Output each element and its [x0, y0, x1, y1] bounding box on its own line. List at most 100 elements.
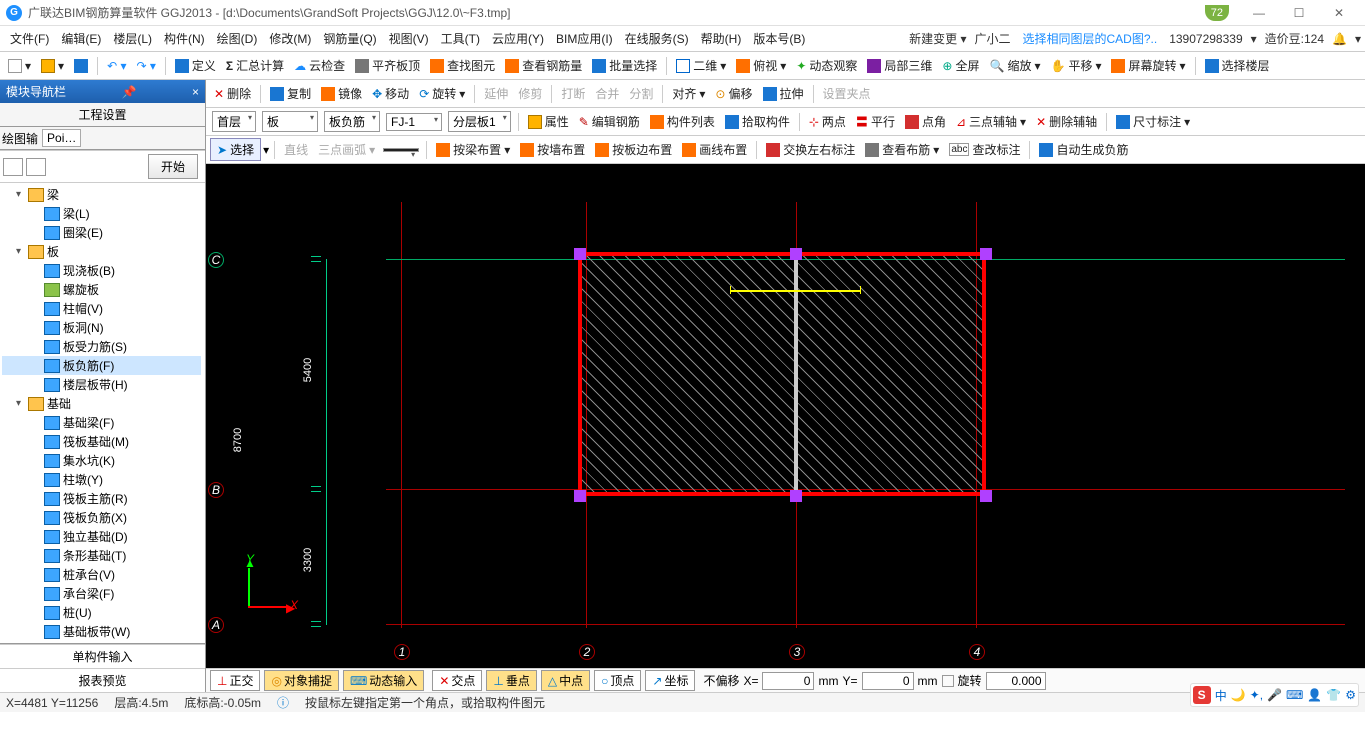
tree-item[interactable]: 板受力筋(S) [2, 337, 201, 356]
maximize-button[interactable]: ☐ [1279, 6, 1319, 20]
snap-top[interactable]: ○顶点 [594, 670, 641, 691]
tree-item[interactable]: 独立基础(D) [2, 527, 201, 546]
component-tree[interactable]: ▾梁梁(L)圈梁(E)▾板现浇板(B)螺旋板柱帽(V)板洞(N)板受力筋(S)板… [0, 183, 205, 643]
multi-select-button[interactable]: 批量选择 [588, 55, 661, 76]
fullscreen-button[interactable]: ⊕全屏 [938, 55, 983, 76]
menu-tool[interactable]: 工具(T) [435, 28, 486, 49]
flat-top-button[interactable]: 平齐板顶 [351, 55, 424, 76]
osnap-toggle[interactable]: ◎对象捕捉 [264, 670, 339, 691]
property-button[interactable]: 属性 [524, 111, 573, 132]
select-floor-button[interactable]: 选择楼层 [1201, 55, 1274, 76]
y-input[interactable]: 0 [862, 672, 914, 690]
break-button[interactable]: 打断 [557, 83, 589, 104]
tree-item[interactable]: 基础梁(F) [2, 413, 201, 432]
dyn-obs-button[interactable]: ✦动态观察 [792, 55, 861, 76]
grip-tm[interactable] [790, 248, 802, 260]
icon-btn-2[interactable] [26, 158, 46, 176]
tab-draw-input[interactable]: 绘图输 [2, 130, 38, 147]
check-label-button[interactable]: abc查改标注 [945, 139, 1024, 160]
rotate-checkbox[interactable] [942, 675, 954, 687]
copy-button[interactable]: 复制 [266, 83, 315, 104]
tree-item[interactable]: 基础板带(W) [2, 622, 201, 641]
tree-item[interactable]: ▾梁 [2, 185, 201, 204]
snap-mid[interactable]: △中点 [541, 670, 590, 691]
icon-btn-1[interactable] [3, 158, 23, 176]
menu-help[interactable]: 帮助(H) [695, 28, 748, 49]
open-button[interactable]: ▾ [37, 57, 68, 75]
tree-item[interactable]: 条形基础(T) [2, 546, 201, 565]
cad-layer-link[interactable]: 选择相同图层的CAD图?.. [1019, 30, 1162, 47]
trim-button[interactable]: 修剪 [514, 83, 546, 104]
save-button[interactable] [70, 57, 92, 75]
by-line-button[interactable]: 画线布置 [678, 139, 751, 160]
menu-edit[interactable]: 编辑(E) [55, 28, 107, 49]
grip-tl[interactable] [574, 248, 586, 260]
by-beam-button[interactable]: 按梁布置 ▾ [432, 139, 514, 160]
pick-comp-button[interactable]: 拾取构件 [721, 111, 794, 132]
rotate-input[interactable]: 0.000 [986, 672, 1046, 690]
menu-comp[interactable]: 构件(N) [158, 28, 211, 49]
tree-item[interactable]: 筏板负筋(X) [2, 508, 201, 527]
split-button[interactable]: 分割 [625, 83, 657, 104]
panel-close-icon[interactable]: × [192, 85, 199, 99]
sum-button[interactable]: Σ 汇总计算 [222, 55, 288, 76]
tree-item[interactable]: 桩承台(V) [2, 565, 201, 584]
define-button[interactable]: 定义 [171, 55, 220, 76]
find-elem-button[interactable]: 查找图元 [426, 55, 499, 76]
start-button[interactable]: 开始 [148, 154, 198, 179]
menu-online[interactable]: 在线服务(S) [619, 28, 695, 49]
view-layout-button[interactable]: 查看布筋 ▾ [861, 139, 943, 160]
delete-button[interactable]: ✕删除 [210, 83, 255, 104]
tree-item[interactable]: 柱帽(V) [2, 299, 201, 318]
snap-coord[interactable]: ↗坐标 [645, 670, 695, 691]
grip-br[interactable] [980, 490, 992, 502]
user-button[interactable]: 广小二 [975, 30, 1011, 47]
dim-button[interactable]: 尺寸标注 ▾ [1112, 111, 1194, 132]
menu-rebar[interactable]: 钢筋量(Q) [317, 28, 382, 49]
tree-item[interactable]: 柱墩(Y) [2, 470, 201, 489]
snap-cross[interactable]: ✕交点 [432, 670, 482, 691]
menu-floor[interactable]: 楼层(L) [107, 28, 158, 49]
category-combo[interactable]: 板 [262, 111, 318, 132]
parallel-button[interactable]: 〓平行 [852, 111, 899, 132]
tree-item[interactable]: 板洞(N) [2, 318, 201, 337]
redo-button[interactable]: ↷ ▾ [132, 57, 159, 75]
2d-button[interactable]: 二维 ▾ [672, 55, 730, 76]
tree-item[interactable]: ▾基础 [2, 394, 201, 413]
offset-button[interactable]: ⊙偏移 [711, 83, 756, 104]
bird-view-button[interactable]: 俯视 ▾ [732, 55, 790, 76]
by-slab-button[interactable]: 按板边布置 [591, 139, 676, 160]
poi-box[interactable]: Poi… [42, 129, 81, 147]
tree-item[interactable]: 楼层板带(H) [2, 375, 201, 394]
show-rebar-button[interactable]: 查看钢筋量 [501, 55, 586, 76]
tree-item[interactable]: 筏板主筋(R) [2, 489, 201, 508]
tab-project-settings[interactable]: 工程设置 [0, 103, 205, 127]
slab-element[interactable] [578, 252, 986, 496]
ortho-toggle[interactable]: ⊥正交 [210, 670, 260, 691]
zoom-button[interactable]: 🔍缩放 ▾ [985, 55, 1044, 76]
snap-perp[interactable]: ⊥垂点 [486, 670, 536, 691]
offset-mode-combo[interactable]: 不偏移 [703, 672, 739, 689]
local3d-button[interactable]: 局部三维 [863, 55, 936, 76]
rotate-button[interactable]: ⟳旋转 ▾ [415, 83, 469, 104]
grip-bl[interactable] [574, 490, 586, 502]
close-button[interactable]: ✕ [1319, 6, 1359, 20]
merge-button[interactable]: 合并 [591, 83, 623, 104]
tree-item[interactable]: ▾板 [2, 242, 201, 261]
undo-button[interactable]: ↶ ▾ [103, 57, 130, 75]
tree-item[interactable]: 圈梁(E) [2, 223, 201, 242]
new-change-button[interactable]: 新建变更 ▾ [909, 30, 966, 47]
two-point-button[interactable]: ⊹两点 [805, 111, 850, 132]
menu-file[interactable]: 文件(F) [4, 28, 55, 49]
layer-combo[interactable]: 分层板1 [448, 111, 511, 132]
new-button[interactable]: ▾ [4, 57, 35, 75]
menu-view[interactable]: 视图(V) [383, 28, 435, 49]
tree-item[interactable]: 桩(U) [2, 603, 201, 622]
grip-tr[interactable] [980, 248, 992, 260]
arc-tool-button[interactable]: 三点画弧 ▾ [314, 139, 379, 160]
grip-bm[interactable] [790, 490, 802, 502]
swap-label-button[interactable]: 交换左右标注 [762, 139, 859, 160]
tab-single-input[interactable]: 单构件输入 [0, 644, 205, 668]
bell-icon[interactable]: 🔔 [1332, 32, 1347, 46]
corner-button[interactable]: 点角 [901, 111, 950, 132]
